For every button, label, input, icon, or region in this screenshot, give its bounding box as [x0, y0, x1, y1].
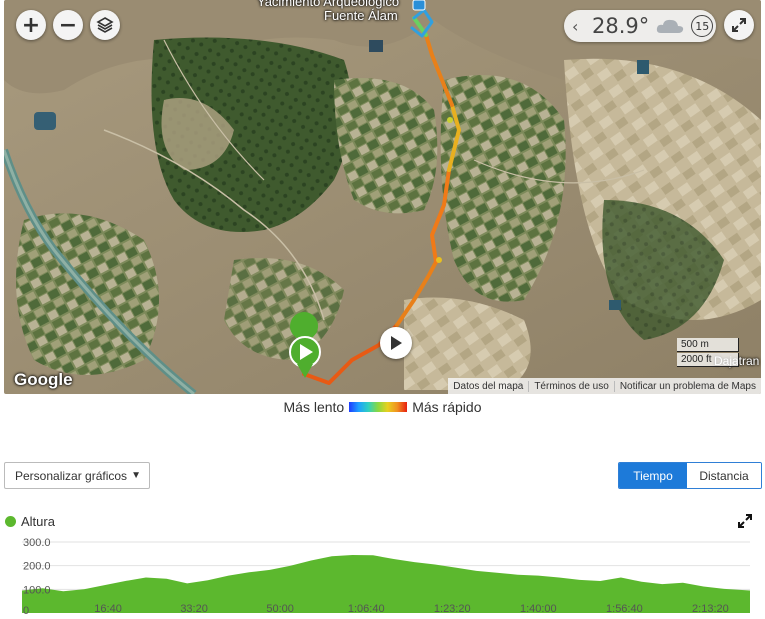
speed-legend: Más lento Más rápido	[0, 399, 765, 415]
layers-button[interactable]	[90, 10, 120, 40]
minus-icon: −	[58, 12, 78, 38]
speed-gradient-bar	[349, 402, 408, 412]
plus-icon: +	[21, 12, 41, 38]
zoom-out-button[interactable]: −	[53, 10, 83, 40]
place-label-line2: Fuente Álam	[324, 8, 398, 23]
x-tick-label: 50:00	[266, 603, 294, 615]
route-map[interactable]: + − Yacimiento Arqueológico Fuente Álam …	[4, 0, 761, 394]
activity-page: + − Yacimiento Arqueológico Fuente Álam …	[0, 0, 765, 619]
temperature: 28.9°	[592, 14, 650, 38]
layers-icon	[96, 17, 114, 33]
reservoir	[34, 112, 56, 130]
chevron-left-icon[interactable]: ‹	[572, 17, 586, 36]
tab-distance[interactable]: Distancia	[687, 463, 761, 488]
x-tick-label: 2:13:20	[692, 603, 729, 615]
museum-marker[interactable]	[412, 0, 426, 11]
y-tick-label: 100.0	[23, 584, 51, 596]
caret-down-icon: ▼	[131, 470, 141, 481]
play-icon	[391, 336, 402, 350]
x-axis-toggle: Tiempo Distancia	[618, 462, 762, 489]
x-tick-label: 33:20	[180, 603, 208, 615]
zoom-in-button[interactable]: +	[16, 10, 46, 40]
tab-time[interactable]: Tiempo	[619, 463, 687, 488]
map-attribution: Datos del mapa Términos de uso Notificar…	[448, 378, 761, 394]
elevation-chart[interactable]: 300.0 200.0 100.0 0 16:40 33:20 50:00 1:06:40 1:…	[0, 530, 765, 619]
x-tick-label: 1:23:20	[434, 603, 471, 615]
weather-widget[interactable]: ‹ 28.9° 15	[564, 10, 716, 42]
scale-imperial: 2000 ft	[677, 353, 739, 367]
legend-slow-label: Más lento	[283, 399, 345, 415]
x-tick-label: 1:56:40	[606, 603, 643, 615]
google-logo: Google	[14, 370, 73, 389]
y-tick-label: 200.0	[23, 561, 51, 573]
customize-charts-dropdown[interactable]: Personalizar gráficos ▼	[4, 462, 150, 489]
y-tick-label: 0	[23, 605, 29, 617]
time-badge: 15	[691, 15, 714, 37]
chart-legend[interactable]: Altura	[5, 514, 55, 529]
legend-fast-label: Más rápido	[412, 399, 482, 415]
terms-link[interactable]: Términos de uso	[528, 380, 613, 392]
x-tick-label: 16:40	[94, 603, 122, 615]
y-tick-label: 300.0	[23, 537, 51, 549]
chart-title: Altura	[21, 514, 55, 529]
map-scale: 500 m 2000 ft	[677, 338, 739, 368]
cloud-icon	[657, 19, 684, 33]
series-color-dot	[5, 516, 16, 527]
map-data-link[interactable]: Datos del mapa	[448, 381, 528, 392]
expand-chart-icon[interactable]	[738, 514, 752, 528]
customize-charts-label: Personalizar gráficos	[15, 468, 128, 483]
x-tick-label: 1:40:00	[520, 603, 557, 615]
fullscreen-button[interactable]	[724, 10, 754, 40]
play-button[interactable]	[380, 327, 412, 359]
fullscreen-icon	[732, 18, 746, 32]
report-problem-link[interactable]: Notificar un problema de Maps	[613, 380, 761, 392]
scale-metric: 500 m	[677, 338, 739, 352]
x-tick-label: 1:06:40	[348, 603, 385, 615]
